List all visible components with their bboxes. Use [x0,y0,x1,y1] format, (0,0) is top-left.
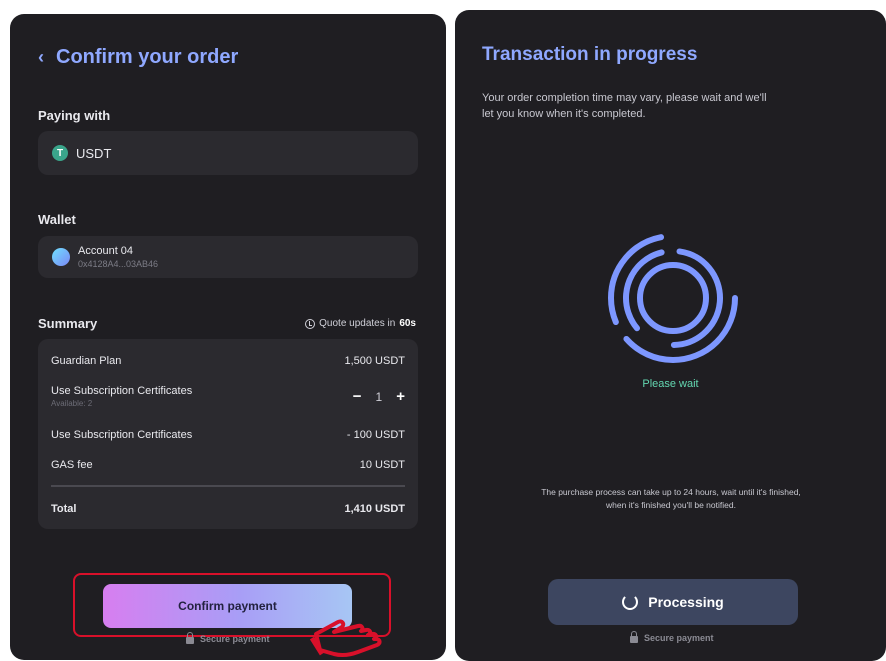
gas-value: 10 USDT [359,459,405,471]
pointing-hand-icon [309,619,382,658]
paying-with-label: Paying with [38,108,111,123]
status-text: Please wait [642,378,699,390]
summary-row-plan: Guardian Plan 1,500 USDT [51,355,405,367]
lock-icon [630,631,638,643]
quote-timer: Quote updates in 60s [305,318,416,329]
quantity-value: 1 [375,389,383,404]
processing-button[interactable]: Processing [548,579,798,625]
plan-value: 1,500 USDT [344,355,405,367]
progress-title: Transaction in progress [482,44,698,65]
back-chevron-icon[interactable]: ‹ [38,47,44,68]
clock-icon [305,318,316,329]
decrement-button[interactable]: − [353,388,362,405]
summary-row-discount: Use Subscription Certificates - 100 USDT [51,429,405,441]
certificates-label: Use Subscription Certificates [51,385,193,397]
usdt-logo-icon: T [52,145,68,161]
wallet-name: Account 04 [78,245,134,257]
certificates-available: Available: 2 [51,399,93,408]
processing-label: Processing [648,594,724,610]
summary-row-certificates: Use Subscription Certificates Available:… [51,385,405,408]
discount-label: Use Subscription Certificates [51,429,193,441]
secure-payment-text: Secure payment [644,633,714,643]
process-note: The purchase process can take up to 24 h… [541,487,801,510]
quote-seconds: 60s [399,318,416,329]
discount-value: - 100 USDT [346,429,405,441]
increment-button[interactable]: + [396,388,405,405]
confirm-header: ‹ Confirm your order [38,46,238,69]
wallet-info: Account 04 0x4128A4...03AB46 [78,245,158,269]
confirm-order-panel: ‹ Confirm your order Paying with T USDT … [10,14,446,660]
currency-selector[interactable]: T USDT [38,131,418,175]
summary-row-total: Total 1,410 USDT [51,503,405,515]
progress-description: Your order completion time may vary, ple… [482,92,767,120]
plan-label: Guardian Plan [51,355,122,367]
quote-prefix: Quote updates in [319,318,396,329]
page-title: Confirm your order [56,46,239,68]
currency-name: USDT [76,145,112,161]
secure-payment-text: Secure payment [200,634,270,644]
summary-label: Summary [38,316,98,331]
transaction-progress-panel: Transaction in progress Your order compl… [455,10,886,661]
quantity-stepper: − 1 + [353,388,405,405]
secure-payment-note: Secure payment [186,632,270,644]
wallet-label: Wallet [38,212,76,227]
summary-divider [51,485,405,487]
wallet-avatar-icon [52,248,70,266]
secure-payment-note: Secure payment [630,631,714,643]
spinner-rings-icon [608,233,738,363]
wallet-selector[interactable]: Account 04 0x4128A4...03AB46 [38,236,418,278]
lock-icon [186,632,194,644]
summary-row-gas: GAS fee 10 USDT [51,459,405,471]
loading-icon [622,594,639,610]
total-value: 1,410 USDT [344,503,405,515]
wallet-address: 0x4128A4...03AB46 [78,259,159,269]
certificates-info: Use Subscription Certificates Available:… [51,385,192,408]
total-label: Total [51,503,77,515]
summary-card: Guardian Plan 1,500 USDT Use Subscriptio… [38,339,418,529]
gas-label: GAS fee [51,459,93,471]
